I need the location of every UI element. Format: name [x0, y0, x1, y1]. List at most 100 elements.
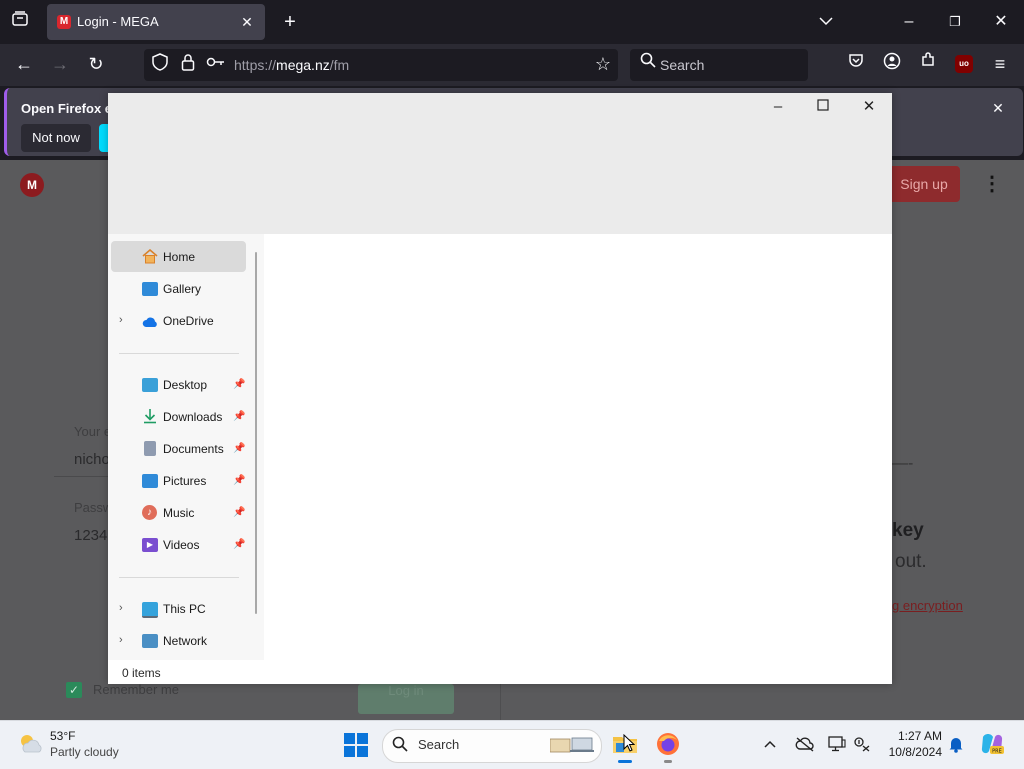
expand-thispc-chevron-icon[interactable]: ›: [119, 602, 123, 614]
nav-item-music[interactable]: Music: [163, 506, 194, 520]
file-explorer-active-indicator: [618, 760, 632, 763]
account-icon[interactable]: [880, 52, 904, 76]
restore-window-icon[interactable]: ❐: [943, 10, 967, 34]
nav-separator: [119, 577, 239, 578]
remember-me-label: Remember me: [93, 682, 179, 697]
minimize-window-icon[interactable]: –: [897, 10, 921, 34]
close-window-icon[interactable]: ✕: [989, 10, 1013, 34]
nav-item-desktop[interactable]: Desktop: [163, 378, 207, 392]
password-field[interactable]: 1234: [74, 527, 107, 544]
firefox-open-indicator: [664, 760, 672, 763]
list-all-tabs-chevron-icon[interactable]: [814, 10, 838, 34]
nav-item-videos[interactable]: Videos: [163, 538, 199, 552]
explorer-close-icon[interactable]: ✕: [854, 95, 884, 119]
new-tab-icon[interactable]: +: [278, 10, 302, 34]
bookmark-star-icon[interactable]: ☆: [591, 52, 615, 76]
notification-bell-icon[interactable]: [948, 735, 964, 758]
pin-icon[interactable]: 📌: [233, 443, 245, 454]
nav-item-documents[interactable]: Documents: [163, 442, 224, 456]
show-hidden-icons-chevron-icon[interactable]: [764, 735, 776, 751]
nav-item-thispc[interactable]: This PC: [163, 602, 206, 616]
home-icon: [142, 248, 158, 269]
forward-arrow-icon[interactable]: →: [48, 52, 72, 76]
explorer-status-item-count: 0 items: [122, 666, 161, 680]
tab-login-mega[interactable]: M Login - MEGA ✕: [47, 4, 265, 40]
nav-item-network[interactable]: Network: [163, 634, 207, 648]
pocket-icon[interactable]: [844, 52, 868, 76]
clock-time[interactable]: 1:27 AM: [896, 729, 942, 743]
music-icon: ♪: [142, 505, 157, 520]
mega-favicon-icon: M: [57, 15, 71, 29]
tab-title: Login - MEGA: [77, 14, 159, 29]
shield-icon[interactable]: [148, 53, 172, 77]
nav-pane-scrollbar[interactable]: [255, 252, 257, 614]
login-button[interactable]: Log in: [358, 684, 454, 714]
documents-icon: [144, 441, 156, 456]
dashes-text: —-: [892, 455, 914, 472]
windows-start-icon[interactable]: [344, 733, 368, 762]
encryption-link[interactable]: g encryption: [892, 598, 963, 613]
videos-icon: ▶: [142, 538, 158, 552]
password-label: Passw: [74, 500, 113, 515]
nav-separator: [119, 353, 239, 354]
email-field-underline: [54, 476, 108, 477]
close-tab-icon[interactable]: ✕: [235, 10, 259, 34]
close-notification-icon[interactable]: ✕: [986, 96, 1010, 120]
expand-network-chevron-icon[interactable]: ›: [119, 634, 123, 646]
firefox-taskbar-icon[interactable]: [656, 732, 680, 761]
gallery-icon: [142, 282, 158, 296]
pin-icon[interactable]: 📌: [233, 507, 245, 518]
nav-item-gallery[interactable]: Gallery: [163, 282, 201, 296]
search-highlight-books-icon: [549, 735, 594, 753]
network-status-icon[interactable]: [853, 736, 871, 757]
explorer-minimize-icon[interactable]: –: [763, 95, 793, 119]
search-placeholder: Search: [660, 57, 705, 73]
onedrive-cloud-icon: [142, 315, 159, 333]
sign-up-button[interactable]: Sign up: [888, 166, 960, 202]
extensions-puzzle-icon[interactable]: [916, 52, 940, 76]
mega-logo[interactable]: M: [20, 173, 44, 197]
lock-icon[interactable]: [176, 53, 200, 77]
clock-date[interactable]: 10/8/2024: [884, 745, 942, 759]
nav-item-pictures[interactable]: Pictures: [163, 474, 206, 488]
pin-icon[interactable]: 📌: [233, 411, 245, 422]
nav-item-downloads[interactable]: Downloads: [163, 410, 222, 424]
email-field[interactable]: nicho: [74, 451, 110, 468]
weather-partly-cloudy-icon[interactable]: [16, 731, 44, 760]
copilot-icon[interactable]: PRE: [979, 731, 1005, 762]
pin-icon[interactable]: 📌: [233, 379, 245, 390]
key-icon[interactable]: [204, 53, 228, 77]
pin-icon[interactable]: 📌: [233, 539, 245, 550]
onedrive-offline-icon[interactable]: [795, 736, 815, 757]
this-pc-monitor-icon: [142, 602, 158, 618]
explorer-maximize-icon[interactable]: [808, 95, 838, 119]
feature-subtext-partial: out.: [895, 551, 927, 572]
nav-item-onedrive[interactable]: OneDrive: [163, 314, 214, 328]
url-text[interactable]: https://mega.nz/fm: [234, 57, 349, 73]
notification-text: Open Firefox ev: [21, 101, 120, 116]
tab-overview-icon[interactable]: [8, 10, 32, 34]
mouse-cursor-icon: [623, 733, 636, 757]
hamburger-menu-icon[interactable]: ≡: [988, 52, 1012, 76]
pin-icon[interactable]: 📌: [233, 475, 245, 486]
reload-icon[interactable]: ↻: [84, 52, 108, 76]
back-arrow-icon[interactable]: ←: [12, 52, 36, 76]
remember-me-checkbox[interactable]: ✓: [66, 682, 82, 698]
pictures-icon: [142, 474, 158, 488]
taskbar-search-placeholder: Search: [418, 737, 460, 752]
desktop-icon: [142, 378, 158, 392]
more-options-icon[interactable]: ⋮: [980, 172, 1004, 196]
network-icon: [142, 634, 158, 648]
nav-item-home[interactable]: Home: [163, 250, 195, 264]
not-now-button[interactable]: Not now: [21, 124, 91, 152]
weather-desc[interactable]: Partly cloudy: [50, 745, 119, 759]
svg-text:PRE: PRE: [992, 749, 1002, 755]
search-icon: [636, 52, 660, 76]
email-label: Your e: [74, 424, 112, 439]
display-monitor-icon[interactable]: [828, 736, 846, 757]
weather-temp[interactable]: 53°F: [50, 729, 75, 743]
taskbar-search-icon: [392, 736, 408, 757]
ublock-origin-icon[interactable]: uo: [955, 55, 973, 73]
expand-onedrive-chevron-icon[interactable]: ›: [119, 314, 123, 326]
downloads-arrow-icon: [142, 408, 158, 429]
